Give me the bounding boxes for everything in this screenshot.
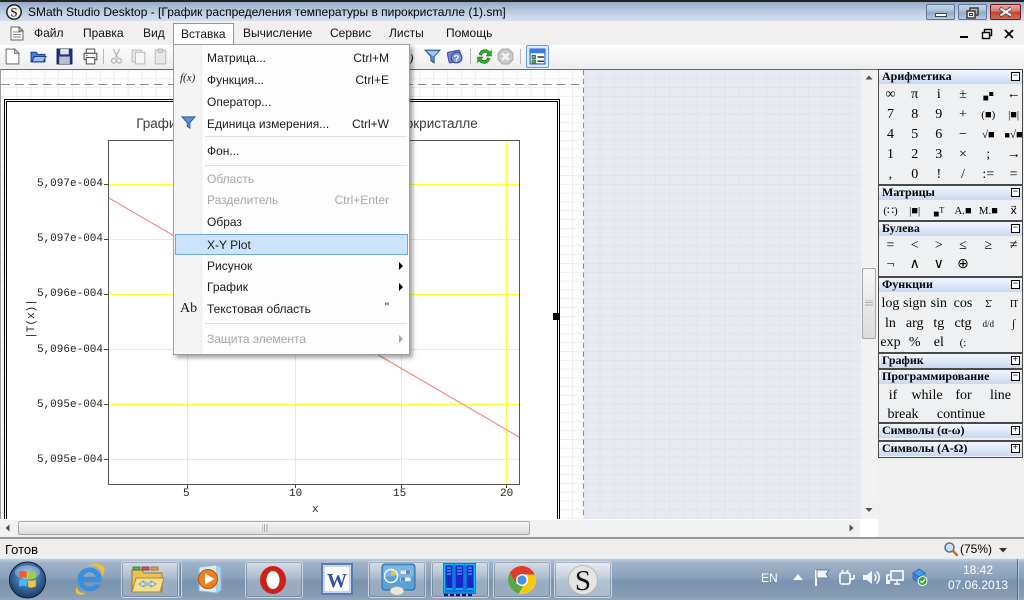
svg-text:S: S bbox=[575, 565, 591, 597]
svg-text:S: S bbox=[10, 5, 17, 20]
svg-text:?: ? bbox=[454, 53, 460, 64]
svg-text:W: W bbox=[327, 570, 347, 592]
